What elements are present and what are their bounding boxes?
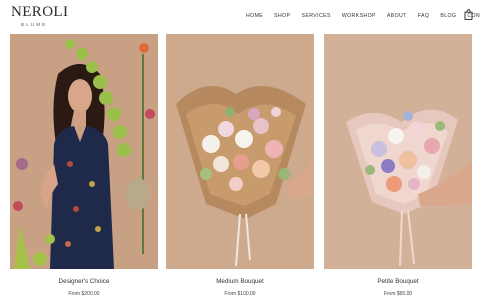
- product-title[interactable]: Medium Bouquet: [166, 278, 314, 285]
- nav-item-about[interactable]: ABOUT: [387, 11, 407, 21]
- product-price: From $200.00: [68, 291, 100, 297]
- brand-tagline: BLUME: [21, 22, 48, 27]
- product-image[interactable]: [324, 34, 472, 269]
- site-header: NEROLI BLUME HOME SHOP SERVICES WORKSHOP…: [0, 0, 480, 32]
- product-card-petite-bouquet[interactable]: Petite Bouquet From $65.00: [324, 34, 472, 297]
- product-price: From $100.00: [224, 291, 256, 297]
- product-image[interactable]: [166, 34, 314, 269]
- nav-item-home[interactable]: HOME: [246, 11, 263, 21]
- product-title[interactable]: Petite Bouquet: [324, 278, 472, 285]
- nav-item-workshop[interactable]: WORKSHOP: [342, 11, 376, 21]
- nav-item-services[interactable]: SERVICES: [301, 11, 330, 21]
- product-card-medium-bouquet[interactable]: Medium Bouquet From $100.00: [166, 34, 314, 297]
- nav-item-shop[interactable]: SHOP: [274, 11, 290, 21]
- product-price: From $65.00: [383, 291, 413, 297]
- main-nav: HOME SHOP SERVICES WORKSHOP ABOUT FAQ BL…: [246, 11, 480, 21]
- product-title[interactable]: Designer's Choice: [10, 278, 158, 285]
- shopping-bag-icon[interactable]: [464, 9, 473, 20]
- brand-logo[interactable]: NEROLI BLUME: [11, 5, 68, 29]
- nav-item-faq[interactable]: FAQ: [418, 11, 430, 21]
- nav-item-blog[interactable]: BLOG: [440, 11, 456, 21]
- product-image[interactable]: [10, 34, 158, 269]
- product-card-designers-choice[interactable]: Designer's Choice From $200.00: [10, 34, 158, 297]
- brand-name: NEROLI: [11, 4, 69, 20]
